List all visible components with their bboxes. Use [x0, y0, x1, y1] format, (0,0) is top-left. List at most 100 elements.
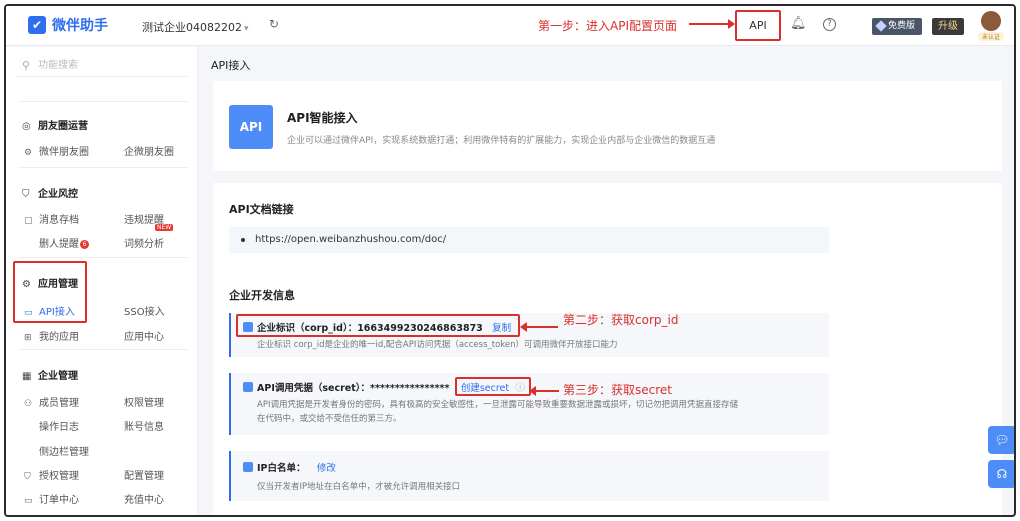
dev-info-card: API文档链接 https://open.weibanzhushou.com/d…	[213, 183, 1002, 515]
sidebar-item-sidebar-manage[interactable]: 侧边栏管理	[39, 443, 89, 458]
whitelist-label: IP白名单： 修改	[243, 460, 336, 474]
docs-url[interactable]: https://open.weibanzhushou.com/doc/	[255, 234, 446, 245]
sidebar-item-recharge[interactable]: 充值中心	[124, 491, 164, 506]
annotation-step1: 第一步：进入API配置页面	[538, 19, 677, 33]
sidebar-item-label: 配置管理	[124, 471, 164, 482]
corp-id-description: 企业标识 corp_id是企业的唯一id,配合API访问凭据（access_to…	[257, 340, 618, 350]
apps-grid-icon: ⊞	[24, 333, 32, 343]
sidebar-item-label: SSO接入	[124, 307, 165, 318]
sidebar-item-config[interactable]: 配置管理	[124, 467, 164, 482]
annotation-highlight-box	[455, 377, 531, 396]
secret-description-line: 在代码中，或交给不受信任的第三方。	[257, 414, 402, 424]
section-title: 企业管理	[38, 371, 78, 382]
sidebar-item-label: 词频分析	[124, 239, 164, 250]
sidebar-item-orders[interactable]: ▭ 订单中心	[24, 491, 79, 506]
top-bar: ✔ 微伴助手 测试企业04082202 ▾ ↻ 第一步：进入API配置页面 API…	[6, 6, 1014, 46]
app-window: ✔ 微伴助手 测试企业04082202 ▾ ↻ 第一步：进入API配置页面 API…	[4, 4, 1016, 517]
divider	[18, 101, 188, 102]
sidebar-item-label: 我的应用	[39, 332, 79, 343]
sidebar-item-members[interactable]: ⚇ 成员管理	[24, 394, 79, 409]
card-icon: ▭	[24, 496, 33, 506]
sidebar-item-my-apps[interactable]: ⊞ 我的应用	[24, 328, 79, 343]
divider	[18, 167, 188, 168]
annotation-arrow	[689, 19, 735, 29]
section-title: 应用管理	[38, 279, 78, 290]
avatar-status: 未认证	[978, 32, 1004, 41]
moments-icon: ◎	[22, 121, 31, 132]
sidebar-item-authorization[interactable]: ⛉ 授权管理	[24, 467, 79, 482]
whitelist-block: IP白名单： 修改 仅当开发者IP地址在白名单中，才被允许调用相关接口	[229, 451, 829, 501]
company-selector[interactable]: 测试企业04082202 ▾	[142, 19, 249, 35]
section-enterprise: ▦ 企业管理	[22, 367, 78, 382]
annotation-step3: 第三步：获取secret	[563, 383, 672, 397]
sidebar-item-label: 权限管理	[124, 398, 164, 409]
sidebar-item-label: 侧边栏管理	[39, 447, 89, 458]
free-plan-badge[interactable]: 免费版	[872, 18, 922, 35]
search-input[interactable]: ⚲ 功能搜索	[16, 55, 188, 77]
brand-logo[interactable]: ✔ 微伴助手	[28, 15, 108, 35]
annotation-arrow	[520, 322, 558, 332]
sidebar-item-word-analysis[interactable]: 词频分析	[124, 235, 164, 250]
modify-button[interactable]: 修改	[317, 463, 336, 474]
gem-icon	[875, 20, 887, 32]
section-apps: ⚙ 应用管理	[22, 275, 78, 290]
sidebar-item-permissions[interactable]: 权限管理	[124, 394, 164, 409]
sidebar-item-label: 删人提醒	[39, 239, 79, 250]
apps-icon: ⚙	[22, 279, 31, 290]
secret-description: API调用凭据是开发者身份的密码，具有极高的安全敏感性，一旦泄露可能导致重要数据…	[257, 398, 827, 426]
docs-heading: API文档链接	[229, 203, 294, 216]
sidebar-item-sso-access[interactable]: SSO接入	[124, 303, 165, 318]
sidebar-item-delete-alert[interactable]: 删人提醒 6	[39, 235, 89, 250]
sidebar-item-app-center[interactable]: 应用中心	[124, 328, 164, 343]
secret-value: API调用凭据（secret）：****************	[257, 383, 450, 394]
sidebar-item-weiban-moments[interactable]: ⚙ 微伴朋友圈	[24, 143, 89, 158]
free-plan-label: 免费版	[888, 21, 916, 31]
new-badge: NEW	[155, 224, 174, 231]
user-icon: ⚇	[24, 399, 33, 409]
chat-icon: 💬︎	[994, 433, 1010, 447]
api-logo: API	[229, 105, 273, 149]
sidebar-item-account-info[interactable]: 账号信息	[124, 418, 164, 433]
whitelist-title: IP白名单：	[257, 463, 306, 474]
annotation-step2: 第二步：获取corp_id	[563, 313, 679, 327]
api-button[interactable]: API	[735, 10, 781, 41]
intro-description: 企业可以通过微伴API，实现系统数据打通；利用微伴特有的扩展能力，实现企业内部与…	[287, 136, 716, 146]
sidebar-item-label: API接入	[39, 307, 75, 318]
avatar[interactable]: 未认证	[978, 11, 1004, 41]
sidebar-item-label: 账号信息	[124, 422, 164, 433]
help-icon[interactable]: ?	[823, 18, 836, 31]
archive-icon: ▢	[24, 216, 33, 226]
dev-info-heading: 企业开发信息	[229, 289, 295, 302]
sidebar-item-label: 充值中心	[124, 495, 164, 506]
logo-check-icon: ✔	[28, 16, 46, 34]
chat-support-button[interactable]: 💬︎	[988, 426, 1014, 454]
section-risk: ⛉ 企业风控	[22, 185, 78, 200]
annotation-highlight-box	[236, 314, 520, 337]
avatar-image	[981, 11, 1001, 31]
gear-icon: ⚙	[24, 148, 33, 158]
search-icon: ⚲	[22, 59, 31, 72]
sidebar-item-wecom-moments[interactable]: 企微朋友圈	[124, 143, 174, 158]
refresh-icon[interactable]: ↻	[269, 17, 279, 31]
brand-name: 微伴助手	[52, 18, 108, 34]
sidebar-item-label: 应用中心	[124, 332, 164, 343]
docs-link[interactable]: https://open.weibanzhushou.com/doc/	[229, 227, 829, 253]
search-placeholder: 功能搜索	[38, 60, 78, 71]
section-moments: ◎ 朋友圈运营	[22, 117, 88, 132]
headset-icon: ☊	[996, 467, 1008, 481]
bell-icon[interactable]: 🔔︎	[790, 16, 807, 31]
upgrade-button[interactable]: 升级	[932, 18, 964, 35]
intro-title: API智能接入	[287, 111, 358, 125]
sidebar-item-operation-log[interactable]: 操作日志	[39, 418, 79, 433]
sidebar-item-label: 微伴朋友圈	[39, 147, 89, 158]
sidebar-item-message-archive[interactable]: ▢ 消息存档	[24, 211, 79, 226]
customer-service-button[interactable]: ☊	[988, 460, 1014, 488]
bullet-icon	[241, 238, 245, 242]
intro-card: API API智能接入 企业可以通过微伴API，实现系统数据打通；利用微伴特有的…	[213, 81, 1002, 171]
divider	[18, 349, 188, 350]
whitelist-description: 仅当开发者IP地址在白名单中，才被允许调用相关接口	[257, 482, 461, 492]
sidebar-item-label: 订单中心	[39, 495, 79, 506]
sidebar: ⚲ 功能搜索 ◎ 朋友圈运营 ⚙ 微伴朋友圈 企微朋友圈 ⛉ 企业风控 ▢ 消息存档 违…	[6, 47, 198, 515]
sidebar-item-api-access[interactable]: ▭ API接入	[24, 303, 75, 318]
sidebar-item-label: 企微朋友圈	[124, 147, 174, 158]
